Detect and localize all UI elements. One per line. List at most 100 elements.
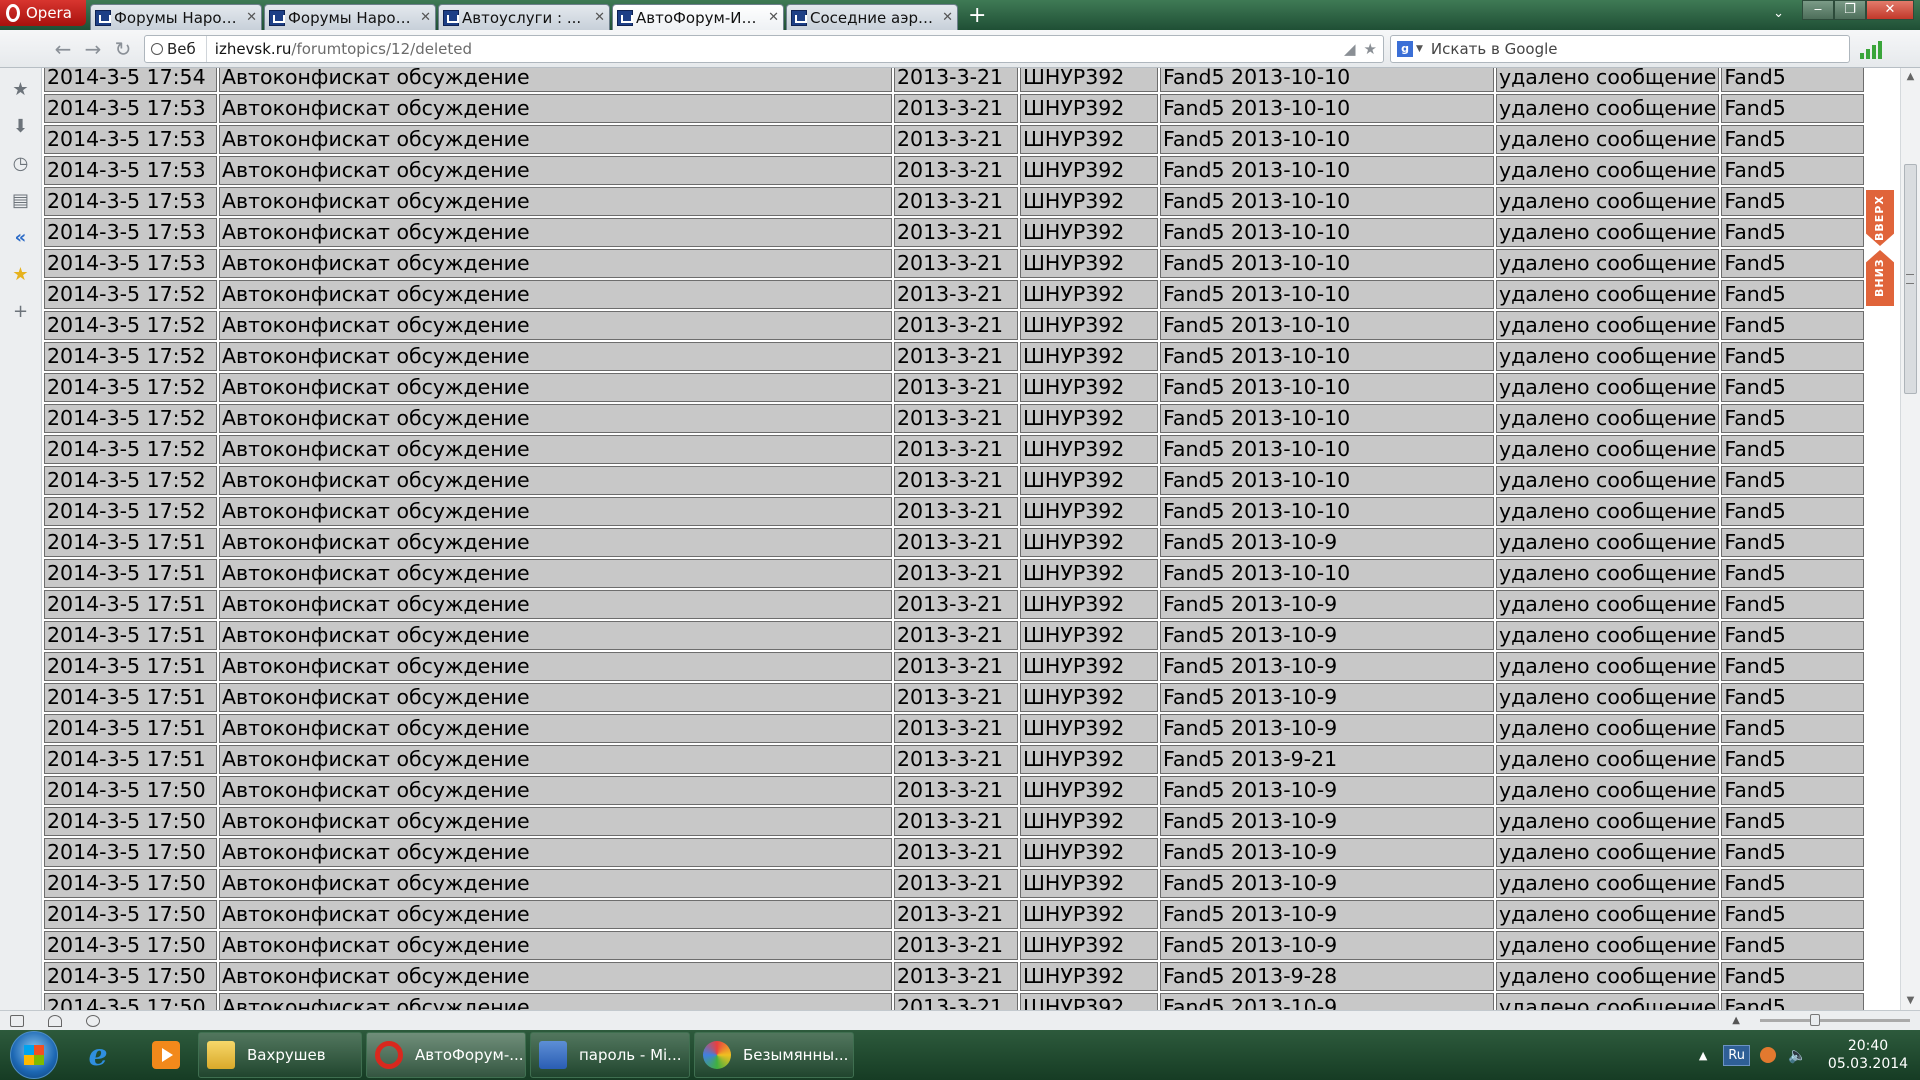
tab-4[interactable]: АвтоФорум-Иж... ✕ <box>612 4 784 30</box>
table-cell[interactable]: Автоконфискат обсуждение <box>219 187 892 216</box>
table-cell: ШНУР392 <box>1020 621 1158 650</box>
table-cell[interactable]: Автоконфискат обсуждение <box>219 807 892 836</box>
table-cell: ШНУР392 <box>1020 993 1158 1010</box>
media-player-icon[interactable] <box>138 1032 194 1078</box>
new-tab-button[interactable]: + <box>968 4 986 28</box>
table-cell[interactable]: Автоконфискат обсуждение <box>219 342 892 371</box>
table-cell[interactable]: Автоконфискат обсуждение <box>219 652 892 681</box>
table-cell[interactable]: Автоконфискат обсуждение <box>219 714 892 743</box>
panel-toggle-icon[interactable] <box>10 1014 24 1027</box>
minimize-button[interactable]: ‒ <box>1802 0 1834 20</box>
table-cell[interactable]: Автоконфискат обсуждение <box>219 249 892 278</box>
table-cell: ШНУР392 <box>1020 931 1158 960</box>
add-panel-icon[interactable]: + <box>10 301 32 323</box>
google-icon[interactable]: g <box>1397 40 1413 57</box>
language-indicator[interactable]: Ru <box>1723 1044 1750 1066</box>
search-engine-chevron-icon[interactable]: ▼ <box>1416 44 1423 54</box>
scroll-bottom-button[interactable]: ВНИЗ <box>1866 250 1894 306</box>
tab-close-icon[interactable]: ✕ <box>246 10 257 25</box>
table-cell[interactable]: Автоконфискат обсуждение <box>219 156 892 185</box>
table-cell[interactable]: Автоконфискат обсуждение <box>219 900 892 929</box>
taskbar-task-1[interactable]: Вахрушев <box>198 1032 362 1078</box>
table-cell[interactable]: Автоконфискат обсуждение <box>219 559 892 588</box>
bookmarks-star-icon[interactable]: ★ <box>10 79 32 101</box>
history-clock-icon[interactable]: ◷ <box>10 153 32 175</box>
search-input[interactable]: g ▼ Искать в Google <box>1390 34 1850 63</box>
network-icon[interactable] <box>1760 1047 1776 1063</box>
table-cell[interactable]: Автоконфискат обсуждение <box>219 373 892 402</box>
bookmark-star-icon[interactable]: ★ <box>1364 40 1377 58</box>
table-cell[interactable]: Автоконфискат обсуждение <box>219 993 892 1010</box>
turbo-signal-icon[interactable] <box>1860 39 1882 59</box>
tab-close-icon[interactable]: ✕ <box>594 10 605 25</box>
vk-icon[interactable]: « <box>10 227 32 249</box>
table-cell[interactable]: Автоконфискат обсуждение <box>219 776 892 805</box>
internet-explorer-icon[interactable]: e <box>70 1032 126 1078</box>
forward-arrow-icon[interactable]: → <box>78 37 108 61</box>
table-cell[interactable]: Автоконфискат обсуждение <box>219 280 892 309</box>
downloads-icon[interactable]: ⬇ <box>10 116 32 138</box>
scroll-up-arrow-icon[interactable]: ▲ <box>1901 68 1920 86</box>
maximize-button[interactable]: ❐ <box>1834 0 1866 20</box>
table-cell[interactable]: Автоконфискат обсуждение <box>219 311 892 340</box>
table-cell[interactable]: Автоконфискат обсуждение <box>219 466 892 495</box>
opera-menu-button[interactable]: Opera <box>0 0 86 26</box>
table-cell: 2013-3-21 <box>894 94 1018 123</box>
tab-5[interactable]: Соседние аэро... ✕ <box>786 4 958 30</box>
volume-icon[interactable]: 🔈 <box>1788 1047 1807 1063</box>
table-cell[interactable]: Автоконфискат обсуждение <box>219 931 892 960</box>
close-window-button[interactable]: ✕ <box>1866 0 1914 20</box>
scroll-down-arrow-icon[interactable]: ▼ <box>1901 992 1920 1010</box>
tab-3[interactable]: Автоуслуги : ... ✕ <box>438 4 610 30</box>
turbo-icon[interactable] <box>86 1014 100 1027</box>
table-cell: 2013-3-21 <box>894 807 1018 836</box>
notes-icon[interactable]: ▤ <box>10 190 32 212</box>
tab-1[interactable]: Форумы Народ... ✕ <box>90 4 262 30</box>
table-cell[interactable]: Автоконфискат обсуждение <box>219 528 892 557</box>
tab-close-icon[interactable]: ✕ <box>420 10 431 25</box>
zoom-slider-knob[interactable] <box>1810 1014 1820 1026</box>
table-cell[interactable]: Автоконфискат обсуждение <box>219 497 892 526</box>
table-cell[interactable]: Автоконфискат обсуждение <box>219 68 892 92</box>
tab-close-icon[interactable]: ✕ <box>942 10 953 25</box>
address-field[interactable]: Веб izhevsk.ru/forumtopics/12/deleted ◢ … <box>144 34 1384 63</box>
rss-icon[interactable]: ◢ <box>1344 40 1356 58</box>
tab-close-icon[interactable]: ✕ <box>768 10 779 25</box>
table-cell[interactable]: Автоконфискат обсуждение <box>219 838 892 867</box>
table-cell[interactable]: Автоконфискат обсуждение <box>219 435 892 464</box>
taskbar-task-2[interactable]: АвтоФорум-... <box>366 1032 526 1078</box>
clock[interactable]: 20:40 05.03.2014 <box>1816 1037 1920 1073</box>
table-cell[interactable]: Автоконфискат обсуждение <box>219 125 892 154</box>
table-cell[interactable]: Автоконфискат обсуждение <box>219 94 892 123</box>
table-cell: Fand5 <box>1721 311 1865 340</box>
back-arrow-icon[interactable]: ← <box>48 37 78 61</box>
forum-favicon-icon <box>269 9 285 26</box>
system-tray: ▲ Ru 🔈 20:40 05.03.2014 <box>1699 1030 1920 1080</box>
table-cell[interactable]: Автоконфискат обсуждение <box>219 869 892 898</box>
table-cell[interactable]: Автоконфискат обсуждение <box>219 218 892 247</box>
favorites-star-icon[interactable]: ★ <box>10 264 32 286</box>
taskbar-task-4[interactable]: Безымянны... <box>694 1032 854 1078</box>
zoom-slider[interactable] <box>1760 1014 1910 1026</box>
table-cell[interactable]: Автоконфискат обсуждение <box>219 404 892 433</box>
zoom-menu-icon[interactable]: ▲ <box>1732 1015 1740 1026</box>
url-text[interactable]: izhevsk.ru/forumtopics/12/deleted <box>207 40 1344 58</box>
table-cell[interactable]: Автоконфискат обсуждение <box>219 745 892 774</box>
tab-2[interactable]: Форумы Народ... ✕ <box>264 4 436 30</box>
start-button[interactable] <box>10 1031 58 1079</box>
table-cell[interactable]: Автоконфискат обсуждение <box>219 621 892 650</box>
table-cell[interactable]: Автоконфискат обсуждение <box>219 962 892 991</box>
table-cell: ШНУР392 <box>1020 435 1158 464</box>
scroll-top-button[interactable]: ВВЕРХ <box>1866 190 1894 246</box>
table-cell[interactable]: Автоконфискат обсуждение <box>219 683 892 712</box>
table-cell: 2014-3-5 17:50 <box>44 900 217 929</box>
tab-menu-chevron-icon[interactable]: ⌄ <box>1773 6 1784 21</box>
web-badge[interactable]: Веб <box>145 35 207 62</box>
table-cell[interactable]: Автоконфискат обсуждение <box>219 590 892 619</box>
show-hidden-icons-icon[interactable]: ▲ <box>1699 1049 1707 1062</box>
reload-icon[interactable]: ↻ <box>108 37 138 61</box>
vertical-scrollbar[interactable]: ▲ ▼ <box>1900 68 1920 1010</box>
tab-title: Соседние аэро... <box>810 8 940 27</box>
taskbar-task-3[interactable]: пароль - Mi... <box>530 1032 690 1078</box>
sync-cloud-icon[interactable] <box>48 1014 62 1027</box>
